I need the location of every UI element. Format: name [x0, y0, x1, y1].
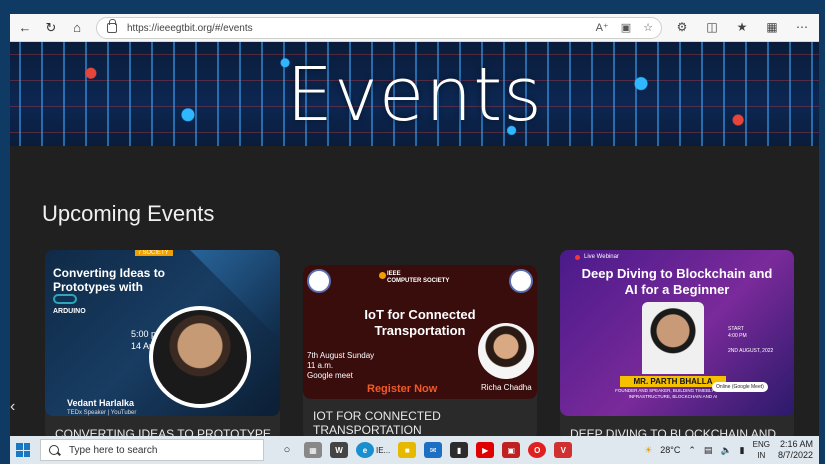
register-text: Register Now [367, 383, 438, 395]
volume-icon[interactable]: 🔈 [720, 445, 731, 456]
event-title[interactable]: CONVERTING IDEAS TO PROTOTYPE [55, 427, 271, 436]
desktop-frame: ← ↻ ⌂ https://ieeegtbit.org/#/events A⁺ … [0, 0, 825, 464]
event-card[interactable]: / SOCIETY Converting Ideas to Prototypes… [45, 250, 280, 436]
address-bar-actions: A⁺ ▣ ☆ [596, 21, 653, 34]
speaker-photo [149, 306, 251, 408]
carousel-prev-icon[interactable]: ‹ [10, 398, 15, 416]
speaker-photo [478, 323, 534, 379]
mail-icon[interactable]: ✉ [424, 442, 443, 458]
read-aloud-icon[interactable]: A⁺ [596, 21, 609, 34]
windows-start-icon[interactable] [16, 443, 30, 457]
poster-title: Deep Diving to Blockchain and AI for a B… [581, 266, 773, 297]
address-bar[interactable]: https://ieeegtbit.org/#/events A⁺ ▣ ☆ [96, 17, 662, 39]
weather-text[interactable]: 28°C [660, 445, 680, 455]
toolbar-right: ⚙ ◫ ★ ▦ ⋯ [672, 17, 819, 37]
language-indicator[interactable]: ENG IN [753, 439, 770, 461]
event-poster: Live Webinar Deep Diving to Blockchain a… [560, 250, 794, 416]
chevron-up-icon[interactable]: ⌃ [688, 445, 696, 456]
opera-icon[interactable]: O [528, 442, 547, 458]
event-card[interactable]: IEEE COMPUTER SOCIETY IoT for Connected … [303, 265, 537, 436]
battery-icon[interactable]: ▮ [740, 445, 745, 456]
upcoming-events-section: Upcoming Events ‹ / SOCIETY Converting I… [10, 146, 819, 436]
word-icon[interactable]: W [330, 442, 348, 458]
reading-view-icon[interactable]: ▣ [621, 21, 631, 34]
youtube-icon[interactable]: ▶ [476, 442, 495, 458]
section-title: Upcoming Events [42, 201, 215, 226]
browser-window: ← ↻ ⌂ https://ieeegtbit.org/#/events A⁺ … [10, 14, 819, 436]
vivaldi-icon[interactable]: V [554, 442, 573, 458]
branch-logo-icon [509, 269, 533, 293]
arduino-logo-icon [53, 294, 77, 304]
hero-banner: Events [10, 42, 819, 146]
taskbar: Type here to search ○ ▦ W e IE... ■ ✉ ▮ … [10, 436, 819, 464]
browser-toolbar: ← ↻ ⌂ https://ieeegtbit.org/#/events A⁺ … [10, 14, 819, 42]
speaker-photo [642, 302, 704, 374]
settings-icon[interactable]: ⋯ [792, 17, 812, 37]
refresh-icon[interactable]: ↻ [40, 17, 62, 39]
folder-icon[interactable]: ■ [398, 442, 417, 458]
home-icon[interactable]: ⌂ [66, 17, 88, 39]
taskbar-apps: ○ ▦ W e IE... ■ ✉ ▮ ▶ ▣ O V [278, 442, 573, 458]
event-card[interactable]: Live Webinar Deep Diving to Blockchain a… [560, 250, 794, 436]
url-text: https://ieeegtbit.org/#/events [127, 22, 253, 34]
clock[interactable]: 2:16 AM 8/7/2022 [778, 439, 813, 461]
tiles-icon[interactable]: ▦ [304, 442, 322, 458]
lock-icon[interactable] [107, 19, 117, 33]
network-icon[interactable]: ▤ [704, 445, 713, 456]
poster-title: Converting Ideas to Prototypes with [53, 266, 166, 294]
event-poster: IEEE COMPUTER SOCIETY IoT for Connected … [303, 265, 537, 399]
extensions-icon[interactable]: ⚙ [672, 17, 692, 37]
hero-title: Events [286, 52, 543, 138]
ieee-logo-icon [379, 272, 386, 279]
back-icon[interactable]: ← [14, 17, 36, 39]
taskbar-search[interactable]: Type here to search [40, 439, 264, 461]
favorites-icon[interactable]: ★ [732, 17, 752, 37]
event-title[interactable]: DEEP DIVING TO BLOCKCHAIN AND [570, 427, 776, 436]
task-view-icon[interactable]: ○ [278, 442, 296, 458]
collections-icon[interactable]: ▦ [762, 17, 782, 37]
split-icon[interactable]: ◫ [702, 17, 722, 37]
college-logo-icon [307, 269, 331, 293]
event-poster: / SOCIETY Converting Ideas to Prototypes… [45, 250, 280, 416]
search-icon [49, 445, 59, 455]
event-title[interactable]: IOT FOR CONNECTED TRANSPORTATION [313, 409, 537, 436]
office-icon[interactable]: ▣ [502, 442, 521, 458]
system-tray: ☀ 28°C ⌃ ▤ 🔈 ▮ ENG IN 2:16 AM 8/7/2022 [644, 436, 813, 464]
favorite-icon[interactable]: ☆ [643, 21, 653, 34]
terminal-icon[interactable]: ▮ [450, 442, 469, 458]
edge-icon[interactable]: e [356, 442, 374, 458]
weather-icon[interactable]: ☀ [644, 445, 652, 456]
